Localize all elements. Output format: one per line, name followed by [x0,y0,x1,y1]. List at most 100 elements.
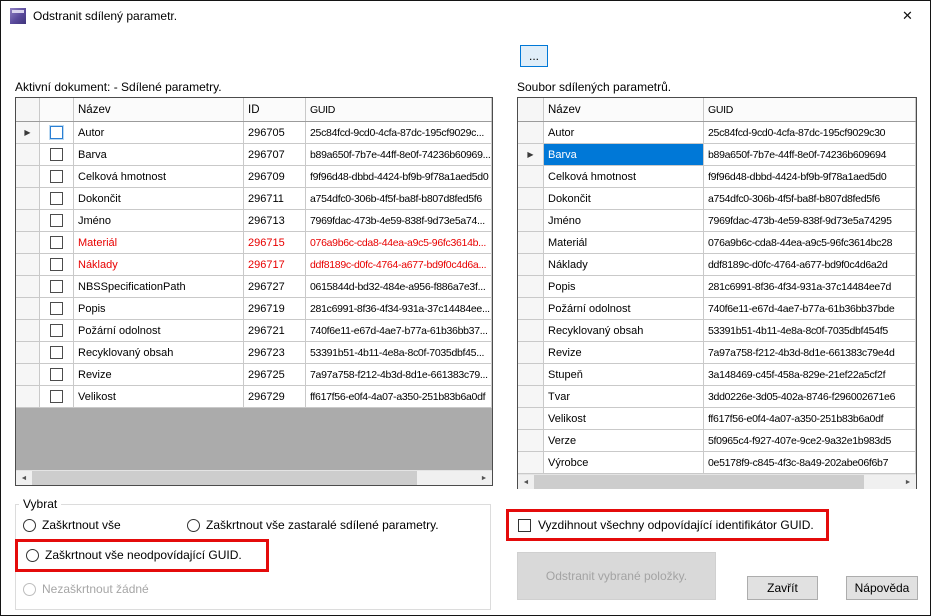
param-name-cell[interactable]: Verze [544,430,704,451]
param-name-cell[interactable]: Požární odolnost [544,298,704,319]
param-guid-cell[interactable]: 0e5178f9-c845-4f3c-8a49-202abe06f6b7 [704,452,916,473]
param-guid-cell[interactable]: 740f6e11-e67d-4ae7-b77a-61b36bb37... [306,320,492,341]
scroll-right-icon[interactable]: ► [476,471,492,485]
row-header-cell[interactable] [16,298,40,319]
checkbox-cell[interactable] [40,232,74,253]
param-name-cell[interactable]: Jméno [544,210,704,231]
file-param-row[interactable]: Celková hmotnost f9f96d48-dbbd-4424-bf9b-… [518,166,916,188]
param-name-cell[interactable]: Náklady [544,254,704,275]
param-name-cell[interactable]: Barva [544,144,704,165]
row-header-cell[interactable] [518,298,544,319]
file-param-row[interactable]: Požární odolnost 740f6e11-e67d-4ae7-b77a-… [518,298,916,320]
row-checkbox[interactable] [50,192,63,205]
scroll-left-icon[interactable]: ◄ [16,471,32,485]
scroll-right-icon[interactable]: ► [900,475,916,489]
param-name-cell[interactable]: Dokončit [74,188,244,209]
active-param-row[interactable]: Recyklovaný obsah 296723 53391b51-4b11-4e8… [16,342,492,364]
param-id-cell[interactable]: 296727 [244,276,306,297]
file-param-row[interactable]: Velikost ff617f56-e0f4-4a07-a350-251b83b6… [518,408,916,430]
active-param-row[interactable]: NBSSpecificationPath 296727 0615844d-bd32-… [16,276,492,298]
active-param-row[interactable]: Popis 296719 281c6991-8f36-4f34-931a-37c14… [16,298,492,320]
row-checkbox[interactable] [50,258,63,271]
row-header-cell[interactable] [16,254,40,275]
param-id-cell[interactable]: 296711 [244,188,306,209]
row-checkbox[interactable] [50,390,63,403]
row-header-cell[interactable] [518,166,544,187]
param-guid-cell[interactable]: ff617f56-e0f4-4a07-a350-251b83b6a0df [306,386,492,407]
checkbox-cell[interactable] [40,342,74,363]
param-guid-cell[interactable]: ddf8189c-d0fc-4764-a677-bd9f0c4d6a... [306,254,492,275]
scroll-thumb[interactable] [534,475,864,489]
row-checkbox[interactable] [50,236,63,249]
param-name-cell[interactable]: Náklady [74,254,244,275]
close-dialog-button[interactable]: Zavřít [747,576,818,600]
row-header-cell[interactable] [518,232,544,253]
param-guid-cell[interactable]: 7a97a758-f212-4b3d-8d1e-661383c79e4d [704,342,916,363]
row-header-cell[interactable] [518,430,544,451]
row-header-cell[interactable] [518,408,544,429]
param-guid-cell[interactable]: f9f96d48-dbbd-4424-bf9b-9f78a1aed5d0 [704,166,916,187]
checkbox-cell[interactable] [40,320,74,341]
row-checkbox[interactable] [50,302,63,315]
param-guid-cell[interactable]: a754dfc0-306b-4f5f-ba8f-b807d8fed5f6 [704,188,916,209]
checkbox-cell[interactable] [40,298,74,319]
file-param-row[interactable]: Náklady ddf8189c-d0fc-4764-a677-bd9f0c4d6… [518,254,916,276]
checkbox-cell[interactable] [40,166,74,187]
param-guid-cell[interactable]: 7969fdac-473b-4e59-838f-9d73e5a74295 [704,210,916,231]
row-header-cell[interactable] [16,386,40,407]
param-id-cell[interactable]: 296725 [244,364,306,385]
param-name-cell[interactable]: Požární odolnost [74,320,244,341]
active-param-row[interactable]: Velikost 296729 ff617f56-e0f4-4a07-a350-25… [16,386,492,408]
row-header-cell[interactable] [16,364,40,385]
param-guid-cell[interactable]: 7969fdac-473b-4e59-838f-9d73e5a74... [306,210,492,231]
param-guid-cell[interactable]: 5f0965c4-f927-407e-9ce2-9a32e1b983d5 [704,430,916,451]
radio-check-obsolete[interactable]: Zaškrtnout vše zastaralé sdílené paramet… [187,518,439,532]
checkbox-cell[interactable] [40,188,74,209]
file-param-row[interactable]: Jméno 7969fdac-473b-4e59-838f-9d73e5a7429… [518,210,916,232]
header-id[interactable]: ID [244,98,306,121]
row-header-cell[interactable] [16,232,40,253]
match-guid-checkbox[interactable] [518,518,531,532]
row-header-cell[interactable] [518,386,544,407]
row-header-cell[interactable] [518,254,544,275]
param-id-cell[interactable]: 296709 [244,166,306,187]
checkbox-cell[interactable] [40,144,74,165]
file-param-row[interactable]: ▶ Barva b89a650f-7b7e-44ff-8e0f-74236b6096… [518,144,916,166]
match-guid-checkbox-row[interactable]: Vyzdihnout všechny odpovídající identifi… [506,509,829,541]
file-param-row[interactable]: Dokončit a754dfc0-306b-4f5f-ba8f-b807d8fe… [518,188,916,210]
param-name-cell[interactable]: Dokončit [544,188,704,209]
row-checkbox[interactable] [50,170,63,183]
row-header-cell[interactable] [16,210,40,231]
active-param-row[interactable]: Dokončit 296711 a754dfc0-306b-4f5f-ba8f-b8… [16,188,492,210]
row-header-cell[interactable] [16,276,40,297]
row-header-cell[interactable] [16,188,40,209]
row-header-cell[interactable] [518,122,544,143]
param-name-cell[interactable]: Autor [544,122,704,143]
param-id-cell[interactable]: 296719 [244,298,306,319]
help-button[interactable]: Nápověda [846,576,918,600]
row-header-cell[interactable] [16,166,40,187]
row-header-cell[interactable] [518,364,544,385]
param-guid-cell[interactable]: 281c6991-8f36-4f34-931a-37c14484ee... [306,298,492,319]
file-param-row[interactable]: Materiál 076a9b6c-cda8-44ea-a9c5-96fc3614… [518,232,916,254]
param-name-cell[interactable]: Výrobce [544,452,704,473]
param-name-cell[interactable]: Velikost [74,386,244,407]
active-param-row[interactable]: Revize 296725 7a97a758-f212-4b3d-8d1e-6613… [16,364,492,386]
active-param-row[interactable]: Požární odolnost 296721 740f6e11-e67d-4ae7… [16,320,492,342]
checkbox-cell[interactable] [40,122,74,143]
header-guid[interactable]: GUID [704,98,916,121]
horizontal-scrollbar[interactable]: ◄ ► [518,474,916,489]
row-checkbox[interactable] [50,280,63,293]
horizontal-scrollbar[interactable]: ◄ ► [16,470,492,485]
row-header-cell[interactable]: ▶ [518,144,544,165]
param-name-cell[interactable]: Celková hmotnost [74,166,244,187]
file-param-row[interactable]: Stupeň 3a148469-c45f-458a-829e-21ef22a5cf… [518,364,916,386]
param-name-cell[interactable]: Revize [544,342,704,363]
param-id-cell[interactable]: 296729 [244,386,306,407]
param-guid-cell[interactable]: 0615844d-bd32-484e-a956-f886a7e3f... [306,276,492,297]
param-name-cell[interactable]: Revize [74,364,244,385]
active-param-row[interactable]: Barva 296707 b89a650f-7b7e-44ff-8e0f-74236… [16,144,492,166]
checkbox-cell[interactable] [40,386,74,407]
param-guid-cell[interactable]: 53391b51-4b11-4e8a-8c0f-7035dbf45... [306,342,492,363]
param-name-cell[interactable]: Popis [544,276,704,297]
